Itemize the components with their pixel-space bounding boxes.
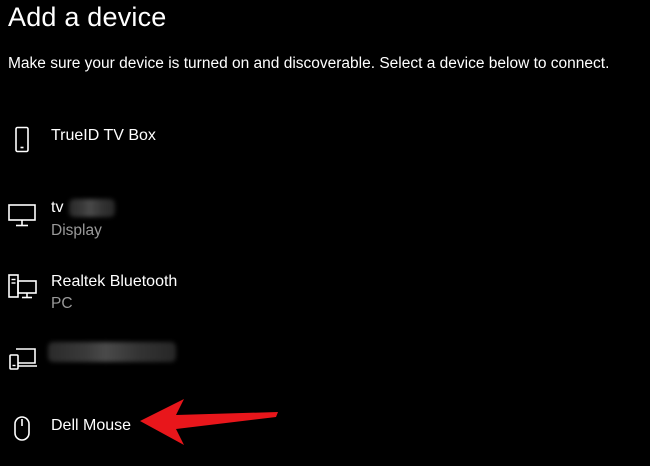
pc-icon (8, 272, 38, 302)
add-device-dialog: Add a device Make sure your device is tu… (0, 0, 650, 454)
redacted-name-blur (48, 342, 176, 362)
dialog-instructions: Make sure your device is turned on and d… (8, 55, 610, 72)
device-name: Dell Mouse (51, 417, 132, 434)
mouse-icon (8, 414, 38, 444)
phone-icon (8, 126, 38, 156)
device-item-tv[interactable]: tv Display (0, 190, 650, 250)
device-item-trueid-tv-box[interactable]: TrueID TV Box (0, 118, 650, 178)
device-item-realtek-bluetooth[interactable]: Realtek Bluetooth PC (0, 262, 650, 322)
dialog-title: Add a device (8, 2, 167, 32)
device-name: TrueID TV Box (51, 127, 156, 144)
device-type-label: PC (51, 295, 73, 312)
device-type-label: Display (51, 222, 102, 239)
device-name: Realtek Bluetooth (51, 273, 178, 290)
device-item-redacted[interactable] (0, 334, 650, 394)
laptop-phone-icon (8, 343, 38, 373)
monitor-icon (8, 200, 38, 230)
red-arrow-annotation (140, 399, 278, 445)
redacted-name-blur (69, 199, 115, 217)
device-name: tv (51, 199, 64, 216)
device-item-dell-mouse[interactable]: Dell Mouse (0, 406, 650, 466)
